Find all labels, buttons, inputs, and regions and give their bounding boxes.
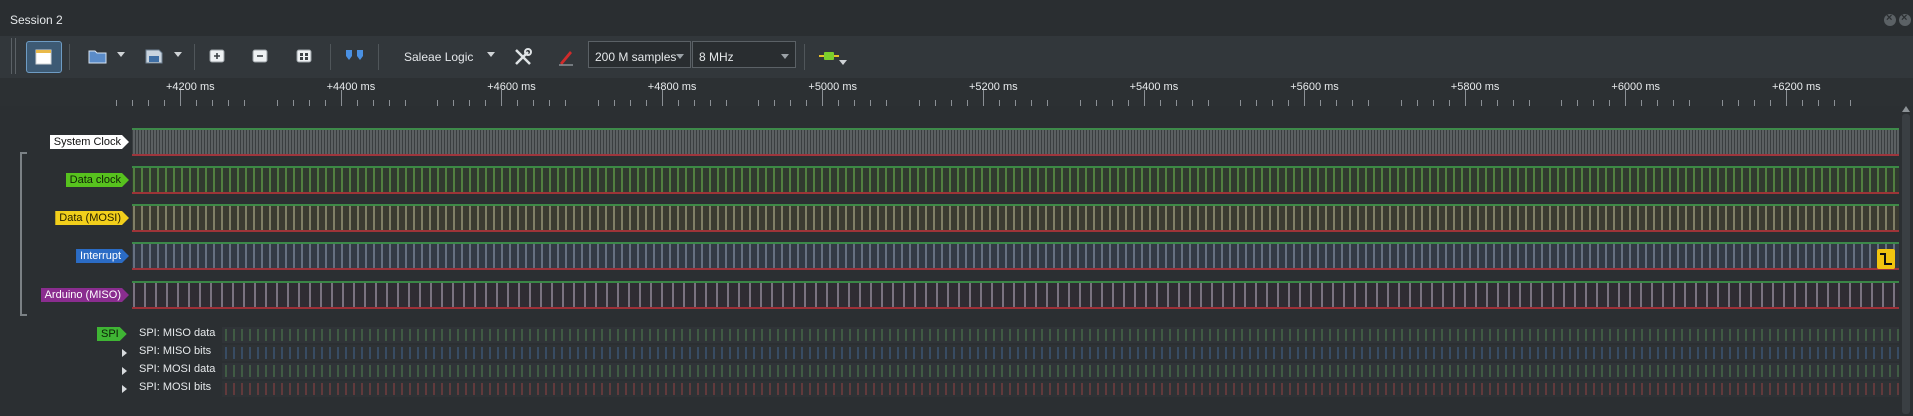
fit-icon xyxy=(296,49,312,63)
zoom-out-button[interactable] xyxy=(243,41,277,71)
toolbar-separator xyxy=(378,44,379,70)
ruler-label: +4400 ms xyxy=(326,81,376,93)
signal-edges xyxy=(133,283,1895,307)
vertical-scrollbar[interactable] xyxy=(1899,106,1913,416)
samples-select[interactable]: 200 M samples xyxy=(588,41,691,68)
chevron-down-icon xyxy=(676,54,684,59)
ruler-label: +5600 ms xyxy=(1290,81,1339,93)
toolbar-separator xyxy=(804,44,805,70)
red-pen-icon xyxy=(559,51,573,66)
folder-icon xyxy=(88,50,107,64)
connect-dropdown-caret[interactable] xyxy=(839,60,847,65)
sample-rate-select[interactable]: 8 MHz xyxy=(692,41,796,68)
main-toolbar: Saleae Logic 200 M samples 8 MHz xyxy=(0,36,1913,78)
toolbar-separator xyxy=(330,44,331,70)
channel-label[interactable]: Data (MOSI) xyxy=(55,211,129,225)
samples-value: 200 M samples xyxy=(595,50,677,64)
channel-lane[interactable] xyxy=(132,166,1899,194)
save-icon xyxy=(145,49,163,64)
chevron-down-icon xyxy=(781,54,789,59)
channel-label[interactable]: Interrupt xyxy=(76,249,129,263)
ruler-label: +5400 ms xyxy=(1129,81,1179,93)
signal-edge-path xyxy=(133,283,1895,307)
device-settings-button[interactable] xyxy=(505,41,539,71)
wrench-screwdriver-icon xyxy=(515,48,532,65)
ruler-label: +6000 ms xyxy=(1611,81,1661,93)
session-titlebar: Session 2 xyxy=(0,0,1913,37)
open-dropdown-caret[interactable] xyxy=(117,52,125,57)
ruler-label: +5000 ms xyxy=(808,81,858,93)
ruler-label: +4800 ms xyxy=(647,81,697,93)
signal-edge-path xyxy=(133,206,1895,230)
connect-button[interactable] xyxy=(810,41,844,71)
start-capture-button[interactable] xyxy=(26,41,62,73)
toolbar-separator xyxy=(194,44,195,70)
channel-lane[interactable] xyxy=(132,281,1899,309)
time-ruler[interactable]: +4200 ms +4400 ms +4600 ms +4800 ms +5000 ms… xyxy=(0,78,1913,106)
signal-edge-path xyxy=(133,168,1895,192)
open-button[interactable] xyxy=(80,41,114,71)
channel-lane[interactable] xyxy=(132,204,1899,232)
toolbar-grip[interactable] xyxy=(11,38,16,74)
channel-group-bracket xyxy=(20,152,27,316)
zoom-in-icon xyxy=(209,49,225,63)
analyzer-row-label[interactable]: SPI: MISO data xyxy=(139,327,215,339)
channel-label[interactable]: Arduino (MISO) xyxy=(41,288,129,302)
ruler-label: +6200 ms xyxy=(1772,81,1821,93)
ruler-label: +4200 ms xyxy=(166,81,215,93)
signal-edge-path xyxy=(133,130,1899,154)
annotate-button[interactable] xyxy=(548,41,582,71)
capture-icon xyxy=(35,49,52,65)
device-dropdown-caret[interactable] xyxy=(487,52,495,57)
ruler-label: +5200 ms xyxy=(969,81,1018,93)
channel-label[interactable]: Data clock xyxy=(66,173,129,187)
cursors-button[interactable] xyxy=(336,41,370,71)
scrollbar-thumb[interactable] xyxy=(1902,114,1910,414)
plug-icon xyxy=(819,52,839,60)
analyzer-row-label[interactable]: SPI: MISO bits xyxy=(139,345,211,357)
expand-arrow-icon[interactable] xyxy=(122,367,127,375)
session-title: Session 2 xyxy=(10,13,63,27)
channel-label[interactable]: System Clock xyxy=(50,135,129,149)
analyzer-row-label[interactable]: SPI: MOSI data xyxy=(139,363,215,375)
save-button[interactable] xyxy=(136,41,170,71)
ruler-label: +5800 ms xyxy=(1450,81,1500,93)
close-icon[interactable] xyxy=(1899,12,1911,26)
fit-button[interactable] xyxy=(287,41,321,71)
signal-edges xyxy=(133,206,1895,230)
signal-edges xyxy=(133,244,1895,268)
channel-lane[interactable] xyxy=(132,242,1899,270)
scroll-up-icon[interactable] xyxy=(1902,106,1910,112)
device-name[interactable]: Saleae Logic xyxy=(404,50,473,64)
signal-edges xyxy=(133,130,1899,154)
save-dropdown-caret[interactable] xyxy=(174,52,182,57)
waveform-area[interactable] xyxy=(132,106,1899,416)
ruler-label: +4600 ms xyxy=(487,81,536,93)
zoom-in-button[interactable] xyxy=(200,41,234,71)
expand-arrow-icon[interactable] xyxy=(122,385,127,393)
zoom-out-icon xyxy=(252,49,268,63)
falling-edge-trigger-icon[interactable] xyxy=(1877,249,1895,269)
signal-edge-path xyxy=(133,244,1895,268)
expand-arrow-icon[interactable] xyxy=(122,349,127,357)
sample-rate-value: 8 MHz xyxy=(699,50,734,64)
toolbar-separator xyxy=(69,44,70,70)
restore-icon[interactable] xyxy=(1884,12,1896,26)
signal-edges xyxy=(133,168,1895,192)
analyzer-row-label[interactable]: SPI: MOSI bits xyxy=(139,381,211,393)
cursor-markers-icon xyxy=(346,50,363,60)
